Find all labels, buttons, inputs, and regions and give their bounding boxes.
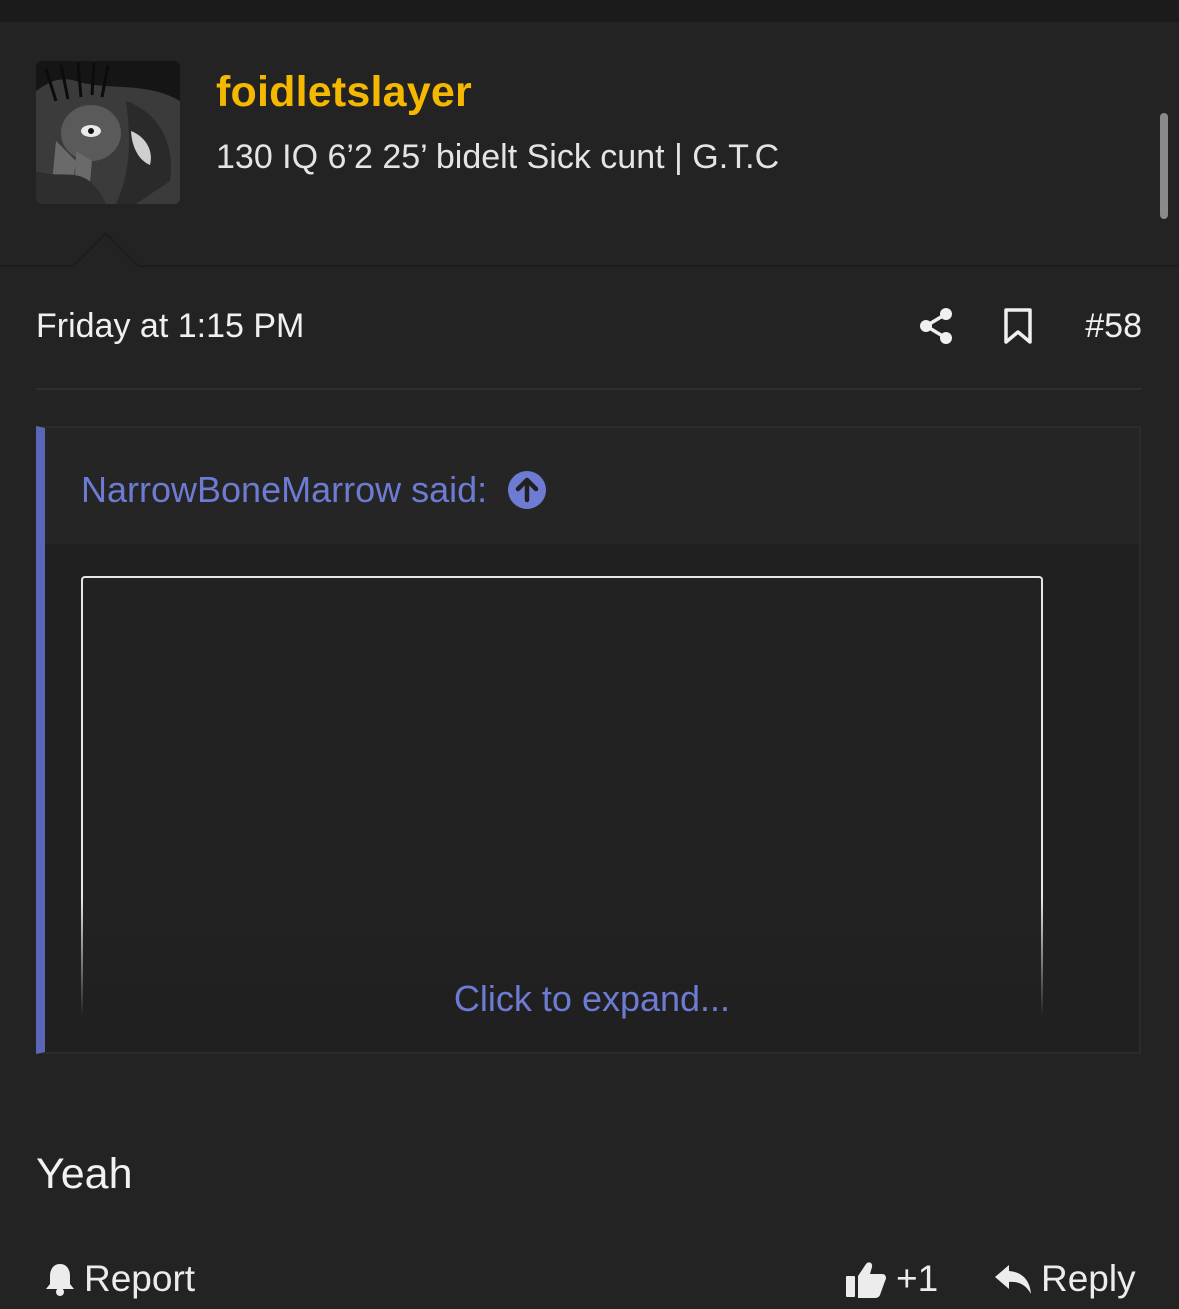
quote-author-label[interactable]: NarrowBoneMarrow said: <box>81 469 487 511</box>
scrollbar[interactable] <box>1160 113 1168 219</box>
bookmark-icon[interactable] <box>1002 307 1034 345</box>
user-avatar[interactable] <box>36 61 180 204</box>
reply-label: Reply <box>1041 1258 1136 1299</box>
post-actions: Report +1 Reply <box>36 1250 1142 1309</box>
header-pointer-inner <box>74 235 138 267</box>
post-number[interactable]: #58 <box>1085 307 1142 346</box>
like-button[interactable]: +1 <box>844 1258 938 1300</box>
quote-block: NarrowBoneMarrow said: Click to expand..… <box>36 426 1141 1054</box>
post-date[interactable]: Friday at 1:15 PM <box>36 307 304 346</box>
arrow-up-circle-icon[interactable] <box>507 470 547 510</box>
reply-button[interactable]: Reply <box>993 1258 1136 1300</box>
user-header: foidletslayer 130 IQ 6’2 25’ bidelt Sick… <box>0 22 1179 267</box>
post-body: Yeah <box>36 1150 133 1198</box>
like-count: +1 <box>896 1258 939 1299</box>
post-meta: Friday at 1:15 PM #58 <box>36 300 1142 390</box>
user-title: 130 IQ 6’2 25’ bidelt Sick cunt | G.T.C <box>216 138 780 176</box>
quote-header: NarrowBoneMarrow said: <box>45 428 1139 544</box>
report-label: Report <box>84 1258 196 1299</box>
report-button[interactable]: Report <box>44 1258 195 1300</box>
click-to-expand-link[interactable]: Click to expand... <box>45 978 1139 1020</box>
username[interactable]: foidletslayer <box>216 68 472 117</box>
thumbs-up-icon <box>844 1259 888 1299</box>
share-icon[interactable] <box>918 307 954 345</box>
quote-author-link[interactable]: NarrowBoneMarrow said: <box>81 469 547 511</box>
top-strip <box>0 0 1179 23</box>
reply-arrow-icon <box>993 1261 1033 1297</box>
bell-icon <box>44 1261 76 1297</box>
